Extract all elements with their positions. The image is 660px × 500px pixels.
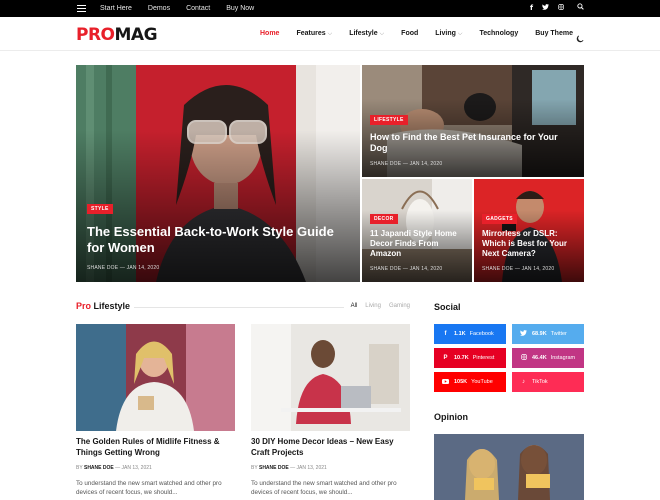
chevron-down-icon: ⌵ bbox=[327, 31, 333, 37]
facebook-icon: f bbox=[444, 331, 447, 337]
instagram-button[interactable]: 46.4K Instagram bbox=[512, 348, 584, 368]
category-tag[interactable]: LIFESTYLE bbox=[370, 114, 408, 125]
social-title: Social bbox=[434, 302, 461, 312]
article-meta: SHANE DOE — JAN 14, 2020 bbox=[370, 266, 443, 272]
filter-living[interactable]: Living bbox=[365, 303, 381, 309]
divider bbox=[134, 307, 344, 308]
top-link-contact[interactable]: Contact bbox=[186, 0, 210, 17]
category-tag[interactable]: STYLE bbox=[87, 203, 113, 214]
section-filters: All Living Gaming bbox=[351, 303, 410, 309]
article-meta: SHANE DOE — JAN 14, 2020 bbox=[370, 161, 443, 167]
filter-all[interactable]: All bbox=[351, 303, 358, 309]
main-nav: Home Features ⌵ Lifestyle ⌵ Food Living ⌵ T… bbox=[260, 17, 590, 51]
article-excerpt: To understand the new smart watched and … bbox=[251, 479, 397, 497]
hero-bottom-left-title[interactable]: 11 Japandi Style Home Decor Finds From A… bbox=[370, 229, 464, 259]
hero-bottom-right-title[interactable]: Mirrorless or DSLR: Which is Best for Yo… bbox=[482, 229, 576, 259]
instagram-icon bbox=[519, 354, 528, 362]
hero-bottom-right-article[interactable]: GADGETS Mirrorless or DSLR: Which is Bes… bbox=[474, 179, 584, 282]
opinion-article-image[interactable] bbox=[434, 434, 584, 500]
facebook-icon[interactable]: f bbox=[530, 0, 533, 17]
hero-top-right-title[interactable]: How to Find the Best Pet Insurance for Y… bbox=[370, 132, 576, 155]
section-header: Pro Lifestyle All Living Gaming bbox=[76, 301, 410, 315]
youtube-icon bbox=[441, 378, 450, 386]
nav-home[interactable]: Home bbox=[260, 17, 279, 51]
tiktok-button[interactable]: ♪ TikTok bbox=[512, 372, 584, 392]
menu-icon[interactable] bbox=[77, 5, 86, 12]
pinterest-button[interactable]: P 10.7K Pinterest bbox=[434, 348, 506, 368]
nav-food[interactable]: Food bbox=[401, 17, 418, 51]
article-card[interactable]: The Golden Rules of Midlife Fitness & Th… bbox=[76, 324, 235, 498]
facebook-button[interactable]: f 1.1K Facebook bbox=[434, 324, 506, 344]
search-icon[interactable] bbox=[577, 0, 584, 17]
article-card-title[interactable]: The Golden Rules of Midlife Fitness & Th… bbox=[76, 437, 235, 459]
top-social-icons: f bbox=[530, 0, 584, 17]
article-meta: BY SHANE DOE — JAN 13, 2021 bbox=[76, 464, 152, 471]
youtube-button[interactable]: 105K YouTube bbox=[434, 372, 506, 392]
top-link-buy-now[interactable]: Buy Now bbox=[226, 0, 254, 17]
article-card-image[interactable] bbox=[251, 324, 410, 431]
twitter-icon[interactable] bbox=[542, 0, 549, 17]
hero-bottom-left-article[interactable]: DECOR 11 Japandi Style Home Decor Finds … bbox=[362, 179, 472, 282]
nav-buy-theme[interactable]: Buy Theme bbox=[535, 17, 573, 51]
top-link-demos[interactable]: Demos bbox=[148, 0, 170, 17]
instagram-icon[interactable] bbox=[558, 0, 564, 17]
opinion-title: Opinion bbox=[434, 412, 468, 422]
hero-main-article[interactable]: STYLE The Essential Back-to-Work Style G… bbox=[76, 65, 360, 282]
site-logo[interactable]: PROMAG bbox=[76, 25, 158, 45]
category-tag[interactable]: DECOR bbox=[370, 214, 398, 224]
top-link-start-here[interactable]: Start Here bbox=[100, 0, 132, 17]
nav-lifestyle[interactable]: Lifestyle ⌵ bbox=[349, 17, 384, 51]
article-excerpt: To understand the new smart watched and … bbox=[76, 479, 222, 497]
chevron-down-icon: ⌵ bbox=[379, 31, 385, 37]
nav-features[interactable]: Features ⌵ bbox=[296, 17, 332, 51]
article-card-image[interactable] bbox=[76, 324, 235, 431]
dark-mode-toggle-icon[interactable] bbox=[576, 30, 584, 43]
nav-living[interactable]: Living ⌵ bbox=[435, 17, 462, 51]
article-meta: SHANE DOE — JAN 14, 2020 bbox=[482, 266, 555, 272]
article-card-title[interactable]: 30 DIY Home Decor Ideas – New Easy Craft… bbox=[251, 437, 410, 459]
top-bar: Start Here Demos Contact Buy Now f bbox=[0, 0, 660, 17]
filter-gaming[interactable]: Gaming bbox=[389, 303, 410, 309]
twitter-button[interactable]: 68.9K Twitter bbox=[512, 324, 584, 344]
article-meta: BY SHANE DOE — JAN 13, 2021 bbox=[251, 464, 327, 471]
hero-top-right-article[interactable]: LIFESTYLE How to Find the Best Pet Insur… bbox=[362, 65, 584, 177]
pinterest-icon: P bbox=[443, 355, 448, 361]
nav-technology[interactable]: Technology bbox=[479, 17, 518, 51]
twitter-icon bbox=[519, 330, 528, 338]
category-tag[interactable]: GADGETS bbox=[482, 214, 517, 224]
article-card[interactable]: 30 DIY Home Decor Ideas – New Easy Craft… bbox=[251, 324, 410, 498]
site-header: PROMAG Home Features ⌵ Lifestyle ⌵ Food Li… bbox=[0, 17, 660, 51]
article-meta: SHANE DOE — JAN 14, 2020 bbox=[87, 265, 160, 271]
top-links: Start Here Demos Contact Buy Now bbox=[100, 0, 254, 17]
hero-main-title[interactable]: The Essential Back-to-Work Style Guide f… bbox=[87, 224, 349, 257]
chevron-down-icon: ⌵ bbox=[457, 31, 463, 37]
tiktok-icon: ♪ bbox=[522, 379, 525, 385]
